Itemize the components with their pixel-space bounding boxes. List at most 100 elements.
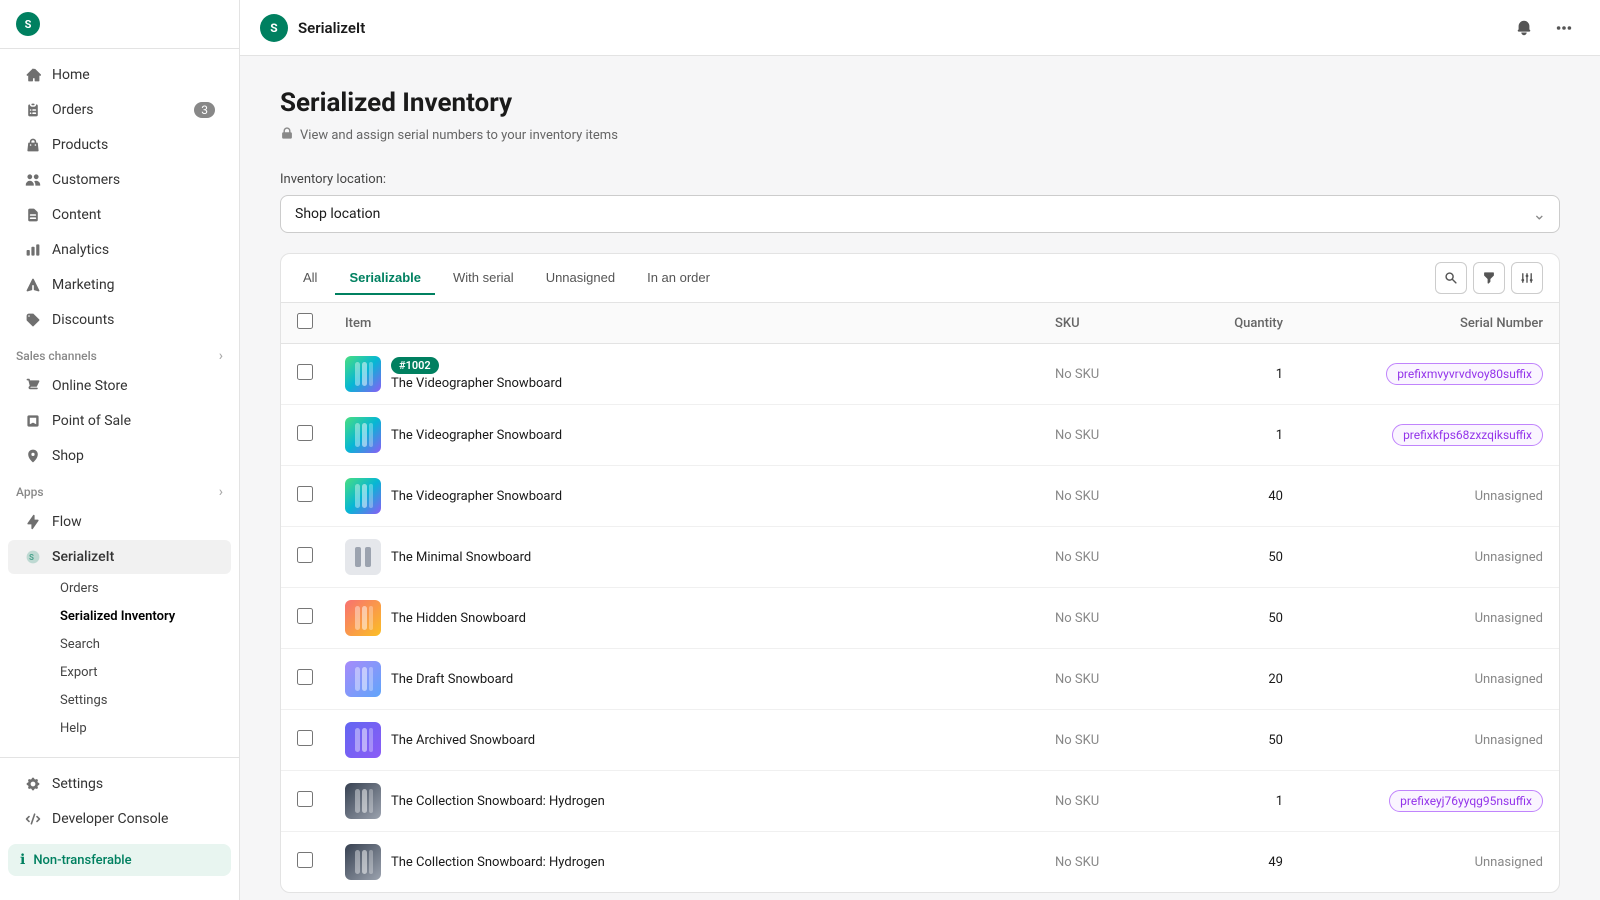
item-thumbnail	[345, 722, 381, 758]
row-checkbox-cell	[281, 405, 329, 466]
sidebar-item-flow[interactable]: Flow	[8, 505, 231, 539]
row-quantity: 50	[1179, 527, 1299, 588]
serial-chip[interactable]: prefixkfps68zxzqiksuffix	[1392, 424, 1543, 446]
sidebar-item-pos[interactable]: Point of Sale	[8, 404, 231, 438]
row-checkbox[interactable]	[297, 486, 313, 502]
item-thumbnail	[345, 783, 381, 819]
item-cell: #1002 The Videographer Snowboard	[345, 356, 1023, 392]
item-thumbnail	[345, 478, 381, 514]
sidebar-item-orders[interactable]: Orders 3	[8, 93, 231, 127]
developer-icon	[24, 810, 42, 828]
subnav-settings[interactable]: Settings	[52, 687, 231, 714]
serial-chip[interactable]: prefixmvyvrvdvoy80suffix	[1386, 363, 1543, 385]
sidebar-item-products[interactable]: Products	[8, 128, 231, 162]
row-item-cell: The Draft Snowboard	[329, 649, 1039, 710]
item-thumbnail	[345, 600, 381, 636]
sidebar-settings-label: Settings	[52, 776, 103, 792]
row-checkbox[interactable]	[297, 364, 313, 380]
page-subtitle: View and assign serial numbers to your i…	[280, 126, 1560, 144]
sidebar: S Home Orders 3 Products Custom	[0, 0, 240, 900]
location-section: Inventory location: Shop location	[280, 172, 1560, 233]
tab-in-an-order[interactable]: In an order	[633, 262, 724, 295]
row-checkbox[interactable]	[297, 669, 313, 685]
row-item-cell: The Collection Snowboard: Hydrogen	[329, 832, 1039, 893]
tab-serializable[interactable]: Serializable	[335, 262, 435, 295]
lock-icon	[280, 126, 294, 144]
row-serial: Unnasigned	[1299, 466, 1559, 527]
filter-table-button[interactable]	[1473, 262, 1505, 294]
sidebar-item-analytics-label: Analytics	[52, 242, 109, 258]
row-checkbox[interactable]	[297, 608, 313, 624]
subnav-serialized-inventory[interactable]: Serialized Inventory	[52, 603, 231, 630]
info-icon: ℹ	[20, 852, 25, 868]
sidebar-item-content[interactable]: Content	[8, 198, 231, 232]
row-sku: No SKU	[1039, 710, 1179, 771]
row-sku: No SKU	[1039, 832, 1179, 893]
row-checkbox[interactable]	[297, 852, 313, 868]
search-table-button[interactable]	[1435, 262, 1467, 294]
inventory-table: Item SKU Quantity Serial Number #1002	[281, 303, 1559, 892]
sidebar-item-marketing-label: Marketing	[52, 277, 115, 293]
topbar: S SerializeIt	[240, 0, 1600, 56]
item-thumbnail	[345, 539, 381, 575]
discounts-icon	[24, 311, 42, 329]
svg-text:S: S	[29, 553, 34, 562]
item-name: The Hidden Snowboard	[391, 611, 526, 626]
sort-icon	[1520, 271, 1534, 285]
sidebar-item-marketing[interactable]: Marketing	[8, 268, 231, 302]
table-row: The Collection Snowboard: Hydrogen No SK…	[281, 771, 1559, 832]
sidebar-item-online-store-label: Online Store	[52, 378, 128, 394]
sidebar-item-discounts[interactable]: Discounts	[8, 303, 231, 337]
item-cell: The Collection Snowboard: Hydrogen	[345, 783, 1023, 819]
item-name-container: The Videographer Snowboard	[391, 489, 562, 504]
sidebar-item-customers[interactable]: Customers	[8, 163, 231, 197]
sidebar-item-pos-label: Point of Sale	[52, 413, 131, 429]
subnav-help[interactable]: Help	[52, 715, 231, 742]
sidebar-item-serializeit[interactable]: S SerializeIt	[8, 540, 231, 574]
subnav-search[interactable]: Search	[52, 631, 231, 658]
bell-button[interactable]	[1508, 12, 1540, 44]
location-select[interactable]: Shop location	[280, 195, 1560, 233]
select-all-checkbox[interactable]	[297, 313, 313, 329]
row-checkbox-cell	[281, 466, 329, 527]
row-checkbox[interactable]	[297, 425, 313, 441]
item-name-container: The Archived Snowboard	[391, 733, 535, 748]
table-header-row: Item SKU Quantity Serial Number	[281, 303, 1559, 344]
subnav-serialized-inventory-label: Serialized Inventory	[60, 609, 175, 624]
item-name-container: The Collection Snowboard: Hydrogen	[391, 794, 605, 809]
row-checkbox[interactable]	[297, 791, 313, 807]
row-item-cell: The Hidden Snowboard	[329, 588, 1039, 649]
row-serial: Unnasigned	[1299, 649, 1559, 710]
more-button[interactable]	[1548, 12, 1580, 44]
tab-with-serial[interactable]: With serial	[439, 262, 528, 295]
inventory-table-container: All Serializable With serial Unnasigned …	[280, 253, 1560, 893]
tab-unnasigned[interactable]: Unnasigned	[532, 262, 629, 295]
item-thumbnail	[345, 844, 381, 880]
row-checkbox[interactable]	[297, 730, 313, 746]
item-thumbnail	[345, 661, 381, 697]
topbar-title: SerializeIt	[298, 19, 1498, 37]
tab-all[interactable]: All	[289, 262, 331, 295]
item-name-container: The Minimal Snowboard	[391, 550, 531, 565]
sidebar-item-developer-console[interactable]: Developer Console	[8, 802, 231, 836]
serial-chip[interactable]: prefixeyj76yyqg95nsuffix	[1389, 790, 1543, 812]
sidebar-item-discounts-label: Discounts	[52, 312, 114, 328]
row-serial: prefixkfps68zxzqiksuffix	[1299, 405, 1559, 466]
sidebar-item-shop[interactable]: Shop	[8, 439, 231, 473]
row-sku: No SKU	[1039, 405, 1179, 466]
sort-table-button[interactable]	[1511, 262, 1543, 294]
table-actions	[1427, 254, 1551, 302]
row-checkbox[interactable]	[297, 547, 313, 563]
main-area: S SerializeIt Serialized Inventory View …	[240, 0, 1600, 900]
row-checkbox-cell	[281, 527, 329, 588]
table-row: The Videographer Snowboard No SKU 1 pref…	[281, 405, 1559, 466]
sidebar-item-settings[interactable]: Settings	[8, 767, 231, 801]
subnav-export[interactable]: Export	[52, 659, 231, 686]
item-name-container: The Hidden Snowboard	[391, 611, 526, 626]
table-row: The Archived Snowboard No SKU 50 Unnasig…	[281, 710, 1559, 771]
sidebar-item-online-store[interactable]: Online Store	[8, 369, 231, 403]
sidebar-developer-label: Developer Console	[52, 811, 168, 827]
sidebar-item-analytics[interactable]: Analytics	[8, 233, 231, 267]
sidebar-item-home[interactable]: Home	[8, 58, 231, 92]
subnav-orders[interactable]: Orders	[52, 575, 231, 602]
